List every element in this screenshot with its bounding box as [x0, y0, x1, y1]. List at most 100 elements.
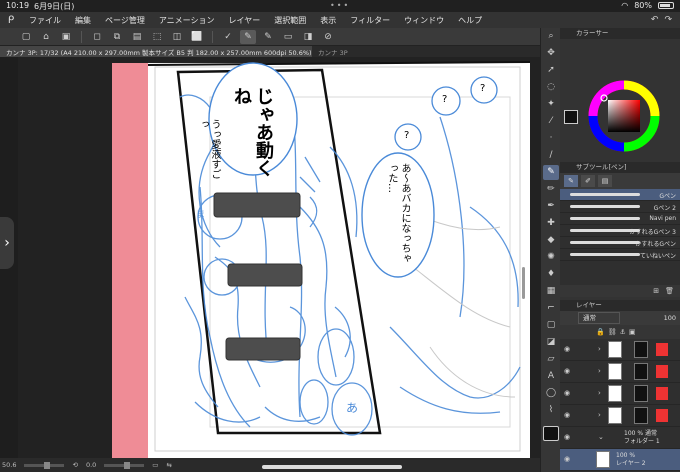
home-indicator[interactable]	[262, 465, 402, 469]
gradient-tool-icon[interactable]: ▦	[543, 284, 559, 299]
pen-mode-icon[interactable]: ✎	[240, 29, 256, 44]
fill-icon[interactable]: ▤	[129, 30, 145, 44]
transform-icon[interactable]: ⧉	[109, 30, 125, 44]
lock-icon[interactable]: 🔒	[596, 325, 605, 339]
brush-item[interactable]: Gペン 2	[560, 201, 680, 213]
color-panel-header[interactable]: カラーサー	[560, 28, 680, 39]
menu-layer[interactable]: レイヤー	[222, 15, 268, 26]
flip-icon[interactable]: ⇆	[166, 461, 171, 469]
multitask-dots-icon[interactable]: •••	[330, 1, 350, 10]
eye-icon[interactable]: ◉	[564, 455, 572, 463]
open-file-icon[interactable]: ⌂	[38, 30, 54, 44]
color-wheel[interactable]	[588, 80, 660, 152]
menu-help[interactable]: ヘルプ	[451, 15, 489, 26]
operation-tool-icon[interactable]: ➚	[543, 63, 559, 78]
delete-brush-icon[interactable]: 🗑	[665, 285, 674, 297]
eye-icon[interactable]: ◉	[564, 389, 572, 397]
add-brush-icon[interactable]: ⊞	[653, 285, 659, 297]
clear-icon[interactable]: ◻	[89, 30, 105, 44]
canvas-scrollbar[interactable]	[522, 267, 525, 299]
pencil-tool-icon[interactable]: ✏	[543, 182, 559, 197]
chevron-right-icon[interactable]: ›	[598, 389, 601, 397]
rotation-value[interactable]: 0.0	[86, 461, 96, 469]
subtool-tab-collection[interactable]: ▤	[598, 175, 612, 187]
menu-file[interactable]: ファイル	[22, 15, 68, 26]
select-icon[interactable]: ⬜	[189, 30, 205, 44]
brush-item[interactable]: かすれるGペン 3	[560, 225, 680, 237]
chevron-down-icon[interactable]: ⌄	[598, 433, 604, 441]
brush-item[interactable]: Gペン	[560, 189, 680, 201]
tab-document-2[interactable]: カンナ 3P	[312, 46, 354, 57]
eye-icon[interactable]: ◉	[564, 411, 572, 419]
eye-icon[interactable]: ◉	[564, 433, 572, 441]
ruler-tool-icon[interactable]: ◪	[543, 335, 559, 350]
zoom-value[interactable]: 50.6	[2, 461, 16, 469]
layer-row-selected[interactable]: ◉ 100 % レイヤー 2	[560, 449, 680, 471]
chevron-right-icon[interactable]: ›	[598, 367, 601, 375]
canvas-area[interactable]: › じゃあ動くね うっ愛液すごっ あ～あバカになっちゃった… ? ? ? あ ま	[0, 57, 540, 458]
lasso-tool-icon[interactable]: ◌	[543, 80, 559, 95]
shape-tool-icon[interactable]: ▱	[543, 352, 559, 367]
eraser-tool-icon[interactable]: ◆	[543, 233, 559, 248]
layer-opacity-value[interactable]: 100	[664, 311, 676, 325]
zoom-slider[interactable]	[24, 461, 65, 469]
rotate-left-icon[interactable]: ⟲	[72, 461, 77, 469]
layer-row[interactable]: ◉ ›	[560, 405, 680, 427]
mask-icon[interactable]: ▣	[629, 325, 636, 339]
layer-row-folder[interactable]: ◉ ⌄ 100 % 通常 フォルダー 1	[560, 427, 680, 449]
chevron-right-icon[interactable]: ›	[598, 411, 601, 419]
crop-icon[interactable]: ◨	[300, 30, 316, 44]
layer-row[interactable]: ◉ ›	[560, 339, 680, 361]
pen-mode-2-icon[interactable]: ✎	[260, 30, 276, 44]
deselect-icon[interactable]: ⬚	[149, 30, 165, 44]
foreground-color-swatch[interactable]	[564, 110, 578, 124]
redo-icon[interactable]: ↷	[664, 15, 672, 25]
layer-panel-header[interactable]: レイヤー	[560, 300, 680, 311]
zoom-tool-icon[interactable]: ⌕	[543, 29, 559, 44]
menu-view[interactable]: 表示	[313, 15, 343, 26]
eraser-mode-icon[interactable]: ▭	[280, 30, 296, 44]
eye-icon[interactable]: ◉	[564, 345, 572, 353]
rotation-slider[interactable]	[104, 461, 145, 469]
frame-tool-icon[interactable]: ▢	[543, 318, 559, 333]
magic-wand-tool-icon[interactable]: ✦	[543, 97, 559, 112]
correct-line-tool-icon[interactable]: ⌇	[543, 403, 559, 418]
text-tool-icon[interactable]: A	[543, 369, 559, 384]
fit-icon[interactable]: ▭	[152, 461, 158, 469]
brush-item[interactable]: ていねいペン	[560, 249, 680, 261]
subtool-panel-header[interactable]: サブツール[ペン]	[560, 162, 680, 173]
save-icon[interactable]: ▣	[58, 30, 74, 44]
blend-tool-icon[interactable]: ✺	[543, 250, 559, 265]
invert-selection-icon[interactable]: ◫	[169, 30, 185, 44]
app-logo-icon[interactable]: ᑭ	[0, 15, 22, 26]
subtool-tab-marker[interactable]: ✐	[581, 175, 595, 187]
layer-row[interactable]: ◉ ›	[560, 383, 680, 405]
airbrush-tool-icon[interactable]: ✒	[543, 199, 559, 214]
fill-tool-icon[interactable]: ♦	[543, 267, 559, 282]
new-file-icon[interactable]: ▢	[18, 30, 34, 44]
blend-mode-select[interactable]: 通常	[578, 312, 620, 324]
eye-icon[interactable]: ◉	[564, 367, 572, 375]
chevron-right-icon[interactable]: ›	[598, 345, 601, 353]
decoration-tool-icon[interactable]: ✚	[543, 216, 559, 231]
eyedropper-tool-icon[interactable]: ⁄	[543, 114, 559, 129]
clip-icon[interactable]: ⛓	[608, 325, 617, 339]
menu-filter[interactable]: フィルター	[343, 15, 397, 26]
balloon-tool-icon[interactable]: ◯	[543, 386, 559, 401]
tab-document-active[interactable]: カンナ 3P: 17/32 (A4 210.00 x 297.00mm 製本サイ…	[0, 46, 312, 57]
brush-item[interactable]: かすれるGペン	[560, 237, 680, 249]
pen-tool-icon[interactable]: ✎	[543, 165, 559, 180]
subtool-tab-pen[interactable]: ✎	[564, 175, 578, 187]
reference-icon[interactable]: ⚓	[620, 325, 626, 339]
menu-edit[interactable]: 編集	[68, 15, 98, 26]
snap-ruler-icon[interactable]: ✓	[220, 30, 236, 44]
main-color-swatch[interactable]	[543, 426, 559, 441]
menu-page[interactable]: ページ管理	[98, 15, 152, 26]
menu-animation[interactable]: アニメーション	[152, 15, 222, 26]
menu-window[interactable]: ウィンドウ	[397, 15, 451, 26]
figure-tool-icon[interactable]: ⌐	[543, 301, 559, 316]
blank-tool-slot[interactable]: ·	[543, 131, 559, 146]
transparent-icon[interactable]: ⊘	[320, 30, 336, 44]
menu-selection[interactable]: 選択範囲	[267, 15, 313, 26]
brush-item[interactable]: Navi pen	[560, 213, 680, 225]
